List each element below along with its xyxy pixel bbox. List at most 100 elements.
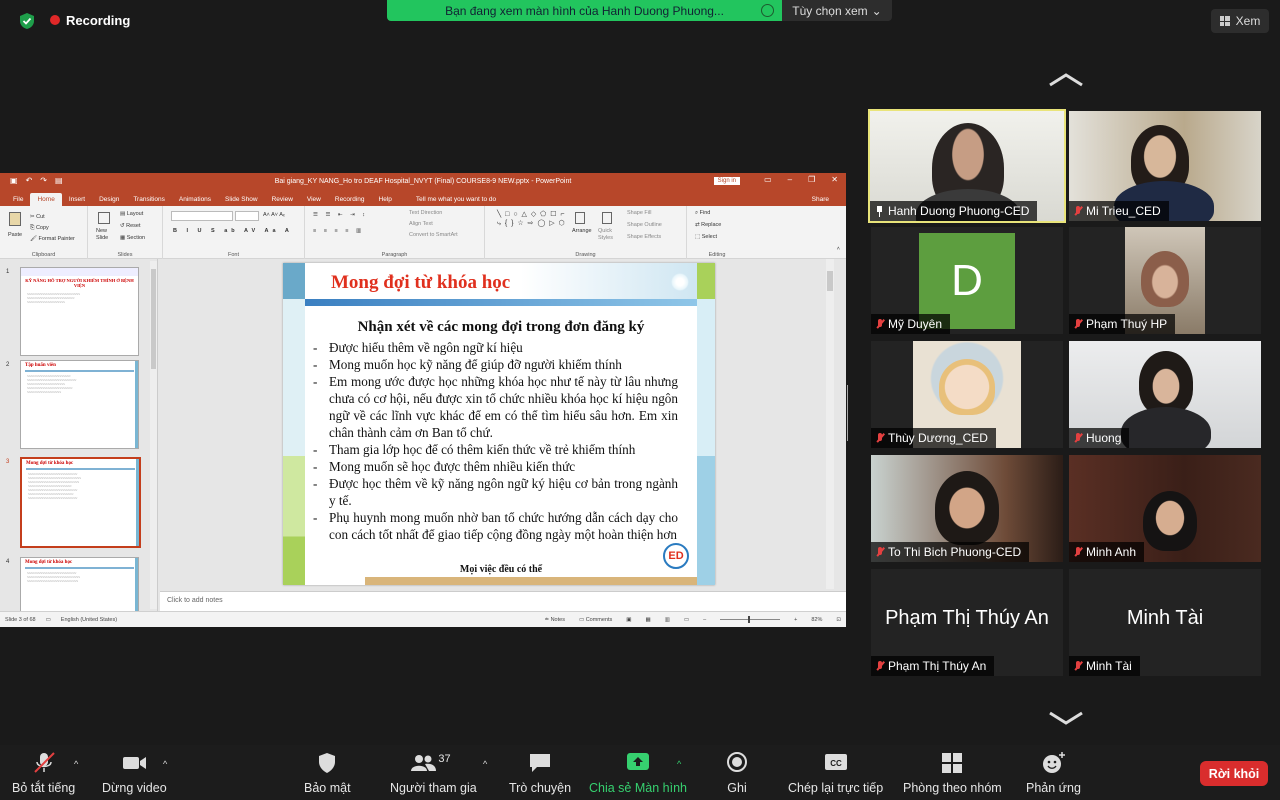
breakout-rooms-button[interactable]: Phòng theo nhóm	[903, 751, 1002, 797]
align-buttons[interactable]: ≡ ≡ ≡ ≡ ▥	[313, 228, 364, 234]
participant-tile[interactable]: Huong	[1069, 341, 1261, 448]
format-painter-button[interactable]: 🖌 Format Painter	[30, 236, 75, 242]
slideshow-icon[interactable]: ▭	[684, 617, 689, 623]
record-button[interactable]: Ghi	[722, 751, 752, 797]
reactions-button[interactable]: Phản ứng	[1026, 751, 1081, 797]
slide-thumbnail-1[interactable]: KỸ NĂNG HỖ TRỢ NGƯỜI KHIẾM THÍNH Ở BỆNH …	[20, 267, 139, 356]
tab-animations[interactable]: Animations	[172, 193, 218, 206]
align-text-button[interactable]: Align Text	[409, 221, 433, 227]
arrange-button[interactable]: Arrange	[572, 228, 592, 234]
cut-button[interactable]: ✂ Cut	[30, 214, 45, 220]
unmute-all-button[interactable]: Bỏ tắt tiếng	[12, 751, 75, 797]
undo-icon[interactable]: ↶	[26, 176, 33, 185]
zoom-slider[interactable]	[720, 616, 781, 623]
notes-toggle[interactable]: ≐ Notes	[544, 617, 565, 623]
participant-tile[interactable]: Minh Anh	[1069, 455, 1261, 562]
ribbon-display-icon[interactable]: ▭	[764, 175, 772, 184]
tell-me-search[interactable]: Tell me what you want to do	[409, 193, 503, 206]
replace-button[interactable]: ⇄ Replace	[695, 222, 721, 228]
collapse-ribbon-icon[interactable]: ˄	[837, 246, 840, 252]
participant-tile[interactable]: To Thi Bich Phuong-CED	[871, 455, 1063, 562]
new-slide-icon[interactable]	[98, 212, 110, 224]
participant-tile[interactable]: Phạm Thuý HP	[1069, 227, 1261, 334]
participants-button[interactable]: 37 Người tham gia	[390, 751, 477, 797]
tab-review[interactable]: Review	[265, 193, 300, 206]
minimize-icon[interactable]: –	[788, 175, 792, 184]
slide-scrollbar[interactable]	[826, 259, 834, 589]
reset-button[interactable]: ↺ Reset	[120, 223, 141, 229]
scroll-thumb[interactable]	[827, 271, 833, 291]
save-icon[interactable]: ▣	[10, 176, 18, 185]
slide-thumbnail-3-selected[interactable]: Mong đợi từ khóa học ~~~~~~~~~~~~~~~~~~~…	[20, 457, 141, 548]
tab-home[interactable]: Home	[30, 193, 62, 206]
sign-in-button[interactable]: Sign in	[713, 177, 740, 185]
font-size-buttons[interactable]: A˄ A˅ Aₓ	[263, 212, 285, 218]
tab-view[interactable]: View	[300, 193, 328, 206]
ppt-share-button[interactable]: Share	[805, 193, 836, 206]
leave-button[interactable]: Rời khỏi	[1200, 761, 1268, 786]
participant-tile[interactable]: Minh Tài Minh Tài	[1069, 569, 1261, 676]
paste-button[interactable]: Paste	[8, 232, 22, 238]
notes-pane[interactable]: Click to add notes	[160, 591, 846, 611]
video-options-caret[interactable]: ^	[163, 759, 167, 769]
participant-tile[interactable]: Thùy Dương_CED	[871, 341, 1063, 448]
split-divider-handle[interactable]	[846, 385, 850, 441]
shield-check-icon[interactable]	[18, 12, 36, 30]
recording-indicator[interactable]: Recording	[50, 10, 130, 30]
tab-design[interactable]: Design	[92, 193, 126, 206]
shape-outline-button[interactable]: Shape Outline	[627, 222, 662, 228]
shape-fill-button[interactable]: Shape Fill	[627, 210, 651, 216]
tab-slide-show[interactable]: Slide Show	[218, 193, 265, 206]
tab-transitions[interactable]: Transitions	[126, 193, 172, 206]
fit-slide-icon[interactable]: ⊡	[836, 617, 841, 623]
paste-icon[interactable]	[9, 212, 21, 226]
tab-recording[interactable]: Recording	[328, 193, 372, 206]
font-family-select[interactable]	[171, 211, 233, 221]
close-icon[interactable]: ✕	[831, 175, 838, 184]
quick-styles-icon[interactable]	[602, 212, 612, 224]
start-from-beginning-icon[interactable]: ▤	[55, 176, 63, 185]
comments-toggle[interactable]: ▭ Comments	[579, 617, 612, 623]
normal-view-icon[interactable]: ▣	[626, 617, 631, 623]
participant-tile[interactable]: Hanh Duong Phuong-CED	[868, 109, 1066, 223]
security-button[interactable]: Bảo mật	[304, 751, 351, 797]
arrange-icon[interactable]	[575, 212, 585, 224]
participant-tile[interactable]: Phạm Thị Thúy An Phạm Thị Thúy An	[871, 569, 1063, 676]
shapes-gallery[interactable]: ╲ □ ○ △ ◇ ⬠ ☐ ⌐ ⤷ { } ☆ ⇨ ◯ ▷ ⬡	[497, 210, 567, 228]
tab-help[interactable]: Help	[372, 193, 399, 206]
copy-button[interactable]: ⎘ Copy	[30, 225, 49, 232]
language-status[interactable]: English (United States)	[61, 617, 117, 623]
live-transcript-button[interactable]: CC Chép lại trực tiếp	[788, 751, 883, 797]
restore-icon[interactable]: ❐	[808, 175, 815, 184]
slide-sorter-icon[interactable]: ▦	[645, 617, 650, 623]
participant-tile[interactable]: Mi Trieu_CED	[1069, 111, 1261, 221]
participants-options-caret[interactable]: ^	[483, 759, 487, 769]
current-slide[interactable]: Mong đợi từ khóa học Nhận xét về các mon…	[283, 263, 715, 585]
shape-effects-button[interactable]: Shape Effects	[627, 234, 661, 240]
new-slide-button[interactable]: New Slide	[96, 228, 112, 242]
stop-video-button[interactable]: Dừng video	[102, 751, 167, 797]
section-button[interactable]: ▦ Section	[120, 235, 145, 241]
chevron-down-icon[interactable]	[1047, 708, 1085, 728]
spell-check-icon[interactable]: ▭	[46, 617, 51, 623]
view-button[interactable]: Xem	[1211, 9, 1269, 33]
tab-insert[interactable]: Insert	[62, 193, 92, 206]
tab-file[interactable]: File	[6, 193, 30, 206]
reading-view-icon[interactable]: ▥	[665, 617, 670, 623]
participant-tile[interactable]: D Mỹ Duyên	[871, 227, 1063, 334]
convert-smartart-button[interactable]: Convert to SmartArt	[409, 232, 458, 238]
slide-thumbnail-2[interactable]: Tập huấn viên ~~~~~~~~~~~~~~~~~~~~~~~ ~~~…	[20, 360, 139, 449]
share-screen-button[interactable]: Chia sẻ Màn hình	[589, 751, 687, 797]
scroll-thumb[interactable]	[151, 269, 156, 369]
list-buttons[interactable]: ☰ ☰ ⇤ ⇥ ↕	[313, 212, 368, 218]
layout-button[interactable]: ▤ Layout	[120, 211, 143, 217]
view-options-dropdown[interactable]: Tùy chọn xem ⌄	[782, 0, 892, 21]
zoom-out-icon[interactable]: –	[703, 617, 706, 623]
share-options-caret[interactable]: ^	[677, 759, 681, 769]
zoom-level[interactable]: 82%	[811, 617, 822, 623]
chat-button[interactable]: Trò chuyện	[509, 751, 571, 797]
chevron-up-icon[interactable]	[1047, 70, 1085, 90]
find-button[interactable]: ⌕ Find	[695, 210, 710, 217]
audio-options-caret[interactable]: ^	[74, 759, 78, 769]
select-button[interactable]: ⬚ Select	[695, 234, 717, 240]
